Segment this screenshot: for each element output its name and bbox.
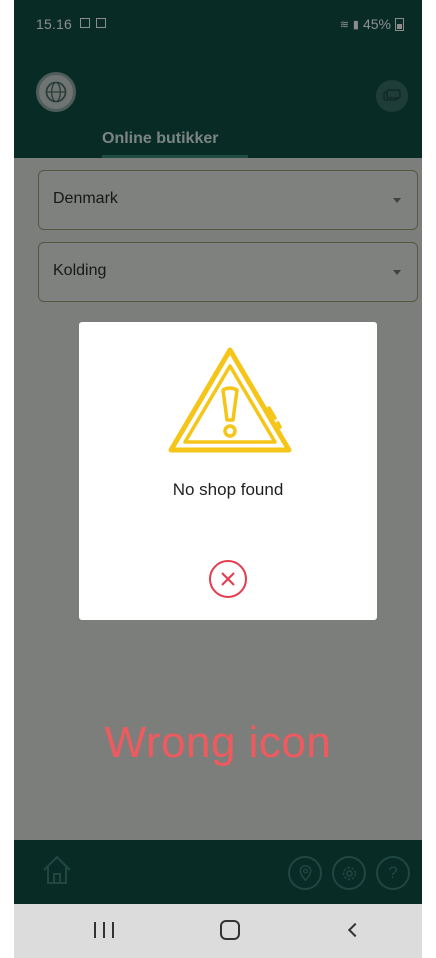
dialog-message: No shop found	[172, 480, 284, 499]
warning-icon	[168, 347, 292, 453]
close-icon	[221, 572, 235, 586]
no-shop-dialog: No shop found	[79, 322, 377, 620]
annotation-label: Wrong icon	[104, 718, 332, 767]
recent-apps-button[interactable]	[94, 922, 114, 940]
close-dialog-button[interactable]	[209, 560, 247, 598]
phone-screen: 15.16 ≋ ▮ 45% Online butikker Denmark Ko…	[14, 0, 422, 958]
system-back-button[interactable]	[347, 922, 363, 938]
system-home-button[interactable]	[220, 920, 240, 940]
system-navigation-bar	[14, 904, 422, 958]
